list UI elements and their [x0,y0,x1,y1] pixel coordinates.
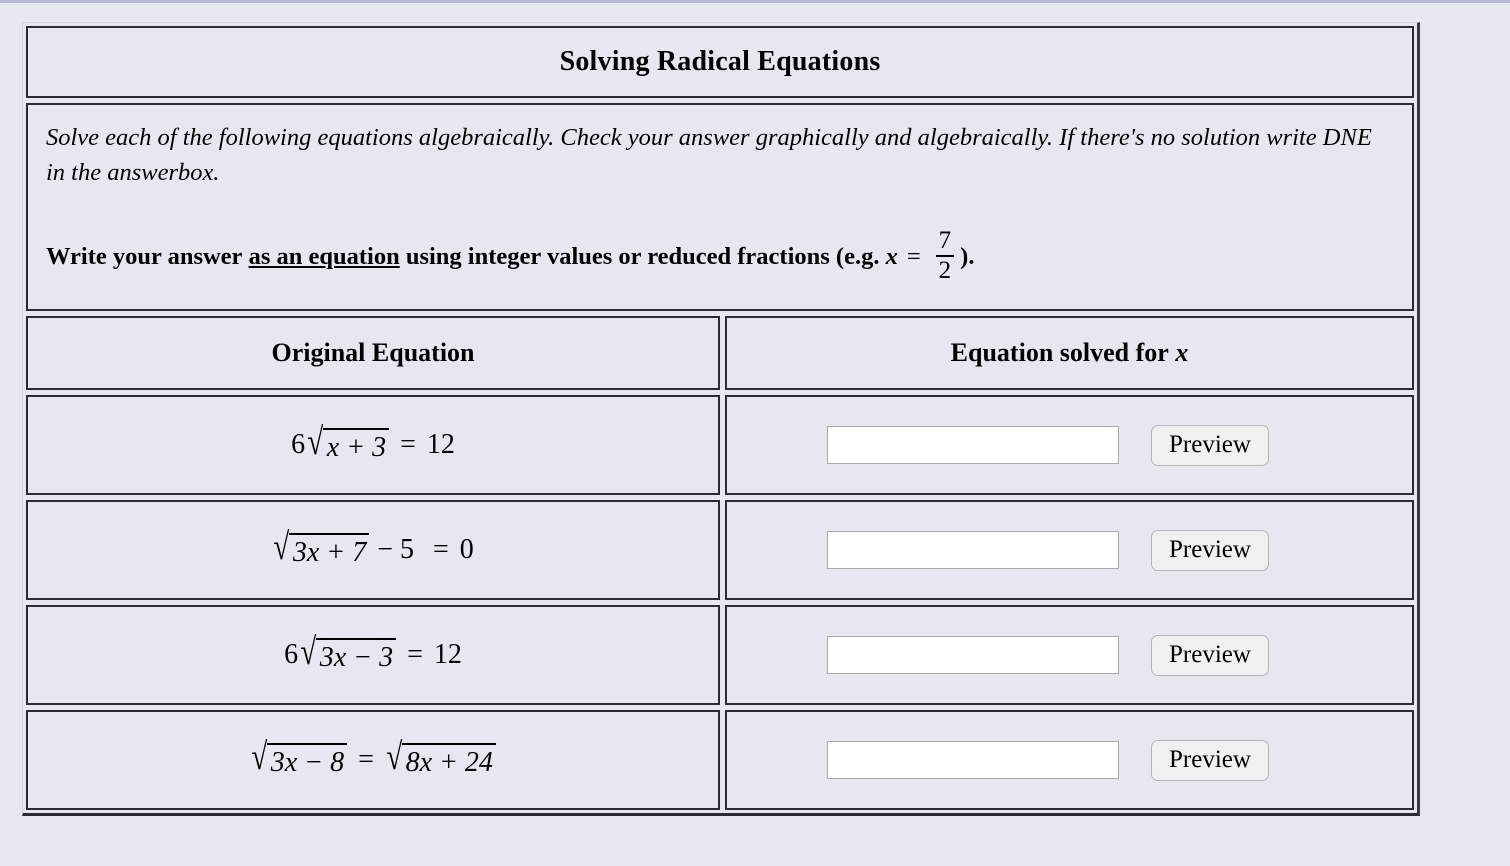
instructions-bold-part2: using integer values or reduced fraction… [405,243,880,271]
equation-expression-3: 6 √ 3x − 3 = 12 [284,631,462,674]
header-equation-solved: Equation solved for x [725,316,1414,391]
radicand-4-left: 3x − 8 [266,743,348,779]
instructions-bold-text: Write your answer as an equation using i… [46,226,1394,286]
radicand-4-right: 8x + 24 [401,743,496,779]
preview-button-3[interactable]: Preview [1151,634,1269,676]
relation-4: = [358,744,374,776]
relation-1: = [400,429,416,461]
worksheet-container: Solving Radical Equations Solve each of … [22,22,1420,817]
radical-sign-icon: √ [386,736,403,778]
fraction-numerator: 7 [938,226,952,254]
equation-expression-2: √ 3x + 7 − 5 = 0 [272,526,474,569]
answer-input-2[interactable] [827,531,1119,570]
rhs-1: 12 [426,429,455,461]
instructions-cell: Solve each of the following equations al… [26,103,1414,312]
answer-input-3[interactable] [827,636,1119,675]
table-row: 6 √ x + 3 = 12 Preview [26,395,1414,496]
radical-sign-icon: √ [307,421,324,463]
example-equals-sign: = [906,243,921,271]
fraction-denominator: 2 [935,254,955,284]
radical-1: √ x + 3 [306,421,390,464]
instructions-bold-part1: Write your answer [46,243,243,271]
relation-2: = [433,534,449,566]
equation-coefficient-3: 6 [284,639,299,671]
equation-cell-1: 6 √ x + 3 = 12 [26,395,720,496]
radical-4-left: √ 3x − 8 [250,736,348,779]
answer-cell-2: Preview [725,500,1414,601]
answer-cell-1: Preview [725,395,1414,496]
radical-3: √ 3x − 3 [299,631,397,674]
preview-button-4[interactable]: Preview [1151,739,1269,781]
table-row: 6 √ 3x − 3 = 12 Preview [26,605,1414,706]
equation-cell-4: √ 3x − 8 = √ 8x + 24 [26,710,720,811]
table-header-row: Original Equation Equation solved for x [26,316,1414,391]
equation-tail-2: − 5 [377,534,414,566]
worksheet-title-cell: Solving Radical Equations [26,26,1414,98]
radical-sign-icon: √ [273,526,290,568]
preview-button-1[interactable]: Preview [1151,424,1269,466]
equation-coefficient-1: 6 [291,429,306,461]
table-row: √ 3x + 7 − 5 = 0 Preview [26,500,1414,601]
answer-input-1[interactable] [827,426,1119,465]
answer-cell-3: Preview [725,605,1414,706]
instructions-underlined-phrase: as an equation [248,243,400,271]
top-page-rule [0,0,1510,3]
header-solved-variable: x [1175,338,1189,368]
example-variable: x [885,243,898,271]
radical-sign-icon: √ [251,736,268,778]
example-fraction: 7 2 [935,226,955,285]
page-title: Solving Radical Equations [559,46,881,77]
rhs-2: 0 [459,534,474,566]
header-original-equation: Original Equation [26,316,720,391]
equations-table: Original Equation Equation solved for x … [26,316,1414,811]
rhs-3: 12 [433,639,462,671]
answer-input-4[interactable] [827,741,1119,780]
radical-2: √ 3x + 7 [272,526,370,569]
preview-button-2[interactable]: Preview [1151,529,1269,571]
instructions-bold-part3: ). [960,243,975,271]
radicand-2: 3x + 7 [288,533,370,569]
relation-3: = [407,639,423,671]
equation-expression-1: 6 √ x + 3 = 12 [291,421,455,464]
radical-sign-icon: √ [300,631,317,673]
radical-4-right: √ 8x + 24 [385,736,496,779]
equation-expression-4: √ 3x − 8 = √ 8x + 24 [250,736,496,779]
radicand-3: 3x − 3 [315,638,397,674]
radicand-1: x + 3 [322,428,390,464]
answer-cell-4: Preview [725,710,1414,811]
table-row: √ 3x − 8 = √ 8x + 24 Preview [26,710,1414,811]
header-equation-solved-text: Equation solved for [950,338,1169,368]
instructions-italic-text: Solve each of the following equations al… [46,124,1372,186]
equation-cell-2: √ 3x + 7 − 5 = 0 [26,500,720,601]
equation-cell-3: 6 √ 3x − 3 = 12 [26,605,720,706]
